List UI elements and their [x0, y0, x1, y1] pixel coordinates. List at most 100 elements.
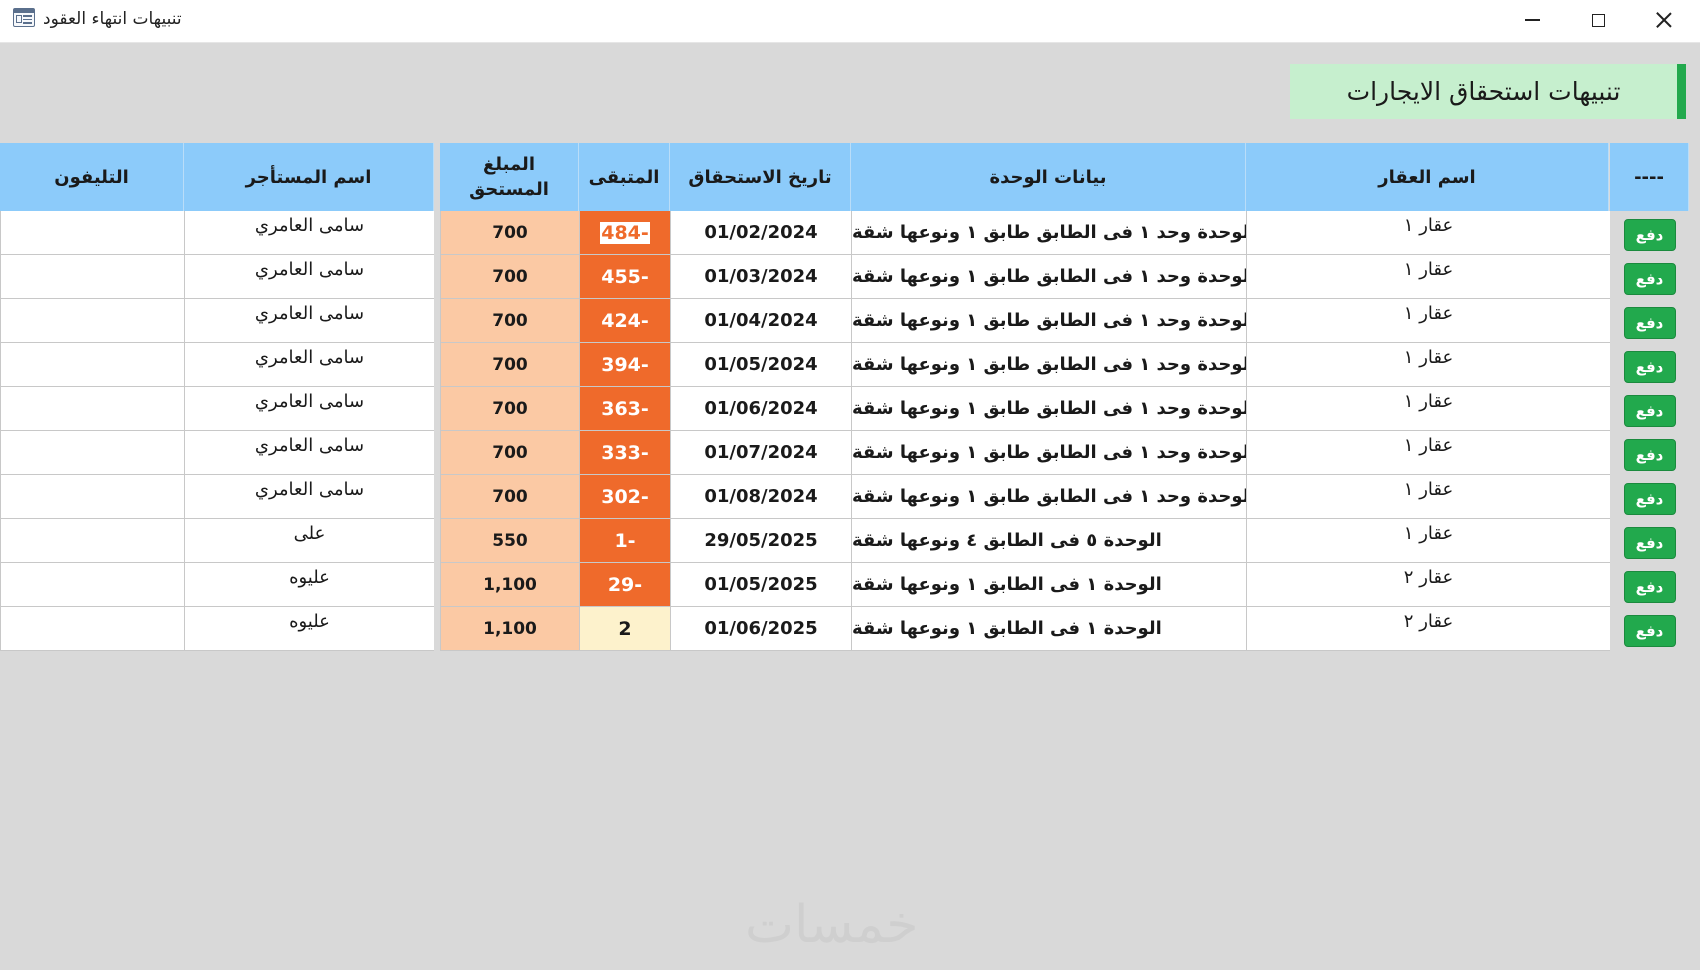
- cell-remaining[interactable]: -363: [579, 387, 670, 431]
- cell-amount[interactable]: 700: [440, 255, 579, 299]
- cell-phone[interactable]: [0, 519, 184, 563]
- cell-due-date[interactable]: 01/04/2024: [670, 299, 851, 343]
- cell-phone[interactable]: [0, 607, 184, 651]
- cell-remaining[interactable]: -484: [579, 211, 670, 255]
- cell-unit[interactable]: الوحدة ١ فى الطابق ١ ونوعها شقة: [851, 607, 1246, 651]
- cell-text-amount: 700: [492, 310, 528, 331]
- cell-remaining[interactable]: -1: [579, 519, 670, 563]
- cell-remaining[interactable]: -333: [579, 431, 670, 475]
- cell-tenant[interactable]: على: [184, 519, 434, 563]
- cell-tenant[interactable]: سامى العامري: [184, 299, 434, 343]
- cell-property[interactable]: عقار ١: [1246, 299, 1610, 343]
- cell-amount[interactable]: 700: [440, 431, 579, 475]
- pay-button[interactable]: دفع: [1623, 439, 1676, 471]
- cell-text-amount: 700: [492, 222, 528, 243]
- table-row: دفع عقار ١ الوحدة وحد ١ فى الطابق طابق ١ و…: [0, 431, 1700, 475]
- cell-tenant[interactable]: عليوه: [184, 607, 434, 651]
- table-row: دفع عقار ١ الوحدة وحد ١ فى الطابق طابق ١ و…: [0, 387, 1700, 431]
- cell-amount[interactable]: 700: [440, 387, 579, 431]
- cell-due-date[interactable]: 01/08/2024: [670, 475, 851, 519]
- cell-unit[interactable]: الوحدة وحد ١ فى الطابق طابق ١ ونوعها شقة: [851, 211, 1246, 255]
- cell-unit[interactable]: الوحدة وحد ١ فى الطابق طابق ١ ونوعها شقة: [851, 299, 1246, 343]
- cell-amount[interactable]: 1,100: [440, 607, 579, 651]
- minimize-button[interactable]: [1500, 0, 1564, 40]
- cell-property[interactable]: عقار ١: [1246, 255, 1610, 299]
- cell-phone[interactable]: [0, 387, 184, 431]
- cell-tenant[interactable]: سامى العامري: [184, 387, 434, 431]
- cell-amount[interactable]: 1,100: [440, 563, 579, 607]
- cell-remaining[interactable]: -29: [579, 563, 670, 607]
- cell-due-date[interactable]: 01/06/2025: [670, 607, 851, 651]
- header-phone: التليفون: [0, 143, 184, 211]
- cell-property[interactable]: عقار ١: [1246, 431, 1610, 475]
- cell-text-property: عقار ١: [1403, 479, 1454, 500]
- cell-unit[interactable]: الوحدة وحد ١ فى الطابق طابق ١ ونوعها شقة: [851, 475, 1246, 519]
- cell-tenant[interactable]: سامى العامري: [184, 431, 434, 475]
- cell-unit[interactable]: الوحدة وحد ١ فى الطابق طابق ١ ونوعها شقة: [851, 255, 1246, 299]
- pay-button[interactable]: دفع: [1623, 351, 1676, 383]
- cell-property[interactable]: عقار ١: [1246, 475, 1610, 519]
- cell-unit[interactable]: الوحدة وحد ١ فى الطابق طابق ١ ونوعها شقة: [851, 431, 1246, 475]
- cell-amount[interactable]: 700: [440, 299, 579, 343]
- cell-remaining[interactable]: -302: [579, 475, 670, 519]
- pay-button[interactable]: دفع: [1623, 395, 1676, 427]
- cell-text-property: عقار ٢: [1403, 611, 1454, 632]
- cell-text-unit: الوحدة وحد ١ فى الطابق طابق ١ ونوعها شقة: [852, 222, 1246, 243]
- cell-text-amount: 1,100: [483, 618, 537, 639]
- cell-due-date[interactable]: 01/06/2024: [670, 387, 851, 431]
- pay-button[interactable]: دفع: [1623, 615, 1676, 647]
- cell-property[interactable]: عقار ٢: [1246, 607, 1610, 651]
- pay-button[interactable]: دفع: [1623, 527, 1676, 559]
- cell-tenant[interactable]: عليوه: [184, 563, 434, 607]
- cell-due-date[interactable]: 01/05/2025: [670, 563, 851, 607]
- cell-unit[interactable]: الوحدة وحد ١ فى الطابق طابق ١ ونوعها شقة: [851, 387, 1246, 431]
- cell-property[interactable]: عقار ١: [1246, 519, 1610, 563]
- pay-cell: دفع: [1610, 387, 1689, 431]
- cell-amount[interactable]: 550: [440, 519, 579, 563]
- maximize-button[interactable]: [1566, 0, 1630, 40]
- pay-button[interactable]: دفع: [1623, 571, 1676, 603]
- cell-due-date[interactable]: 29/05/2025: [670, 519, 851, 563]
- cell-due-date[interactable]: 01/02/2024: [670, 211, 851, 255]
- cell-remaining[interactable]: -455: [579, 255, 670, 299]
- cell-phone[interactable]: [0, 211, 184, 255]
- header-property: اسم العقار: [1246, 143, 1609, 211]
- header-amount-line1: المبلغ: [483, 154, 535, 175]
- cell-text-remaining: 2: [618, 617, 632, 640]
- cell-property[interactable]: عقار ١: [1246, 211, 1610, 255]
- pay-button[interactable]: دفع: [1623, 483, 1676, 515]
- cell-property[interactable]: عقار ١: [1246, 387, 1610, 431]
- cell-unit[interactable]: الوحدة ٥ فى الطابق ٤ ونوعها شقة: [851, 519, 1246, 563]
- close-button[interactable]: [1632, 0, 1696, 40]
- cell-remaining[interactable]: -394: [579, 343, 670, 387]
- cell-phone[interactable]: [0, 343, 184, 387]
- cell-tenant[interactable]: سامى العامري: [184, 475, 434, 519]
- cell-due-date[interactable]: 01/03/2024: [670, 255, 851, 299]
- cell-phone[interactable]: [0, 255, 184, 299]
- cell-text-tenant: سامى العامري: [254, 215, 365, 236]
- cell-due-date[interactable]: 01/05/2024: [670, 343, 851, 387]
- form-header-label: تنبيهات استحقاق الايجارات: [1290, 64, 1686, 119]
- cell-property[interactable]: عقار ١: [1246, 343, 1610, 387]
- cell-phone[interactable]: [0, 563, 184, 607]
- pay-button[interactable]: دفع: [1623, 307, 1676, 339]
- cell-amount[interactable]: 700: [440, 475, 579, 519]
- cell-unit[interactable]: الوحدة وحد ١ فى الطابق طابق ١ ونوعها شقة: [851, 343, 1246, 387]
- cell-remaining[interactable]: -424: [579, 299, 670, 343]
- cell-unit[interactable]: الوحدة ١ فى الطابق ١ ونوعها شقة: [851, 563, 1246, 607]
- cell-tenant[interactable]: سامى العامري: [184, 255, 434, 299]
- cell-amount[interactable]: 700: [440, 343, 579, 387]
- cell-property[interactable]: عقار ٢: [1246, 563, 1610, 607]
- pay-button[interactable]: دفع: [1623, 219, 1676, 251]
- cell-phone[interactable]: [0, 475, 184, 519]
- cell-phone[interactable]: [0, 299, 184, 343]
- cell-text-due-date: 01/06/2025: [704, 618, 818, 639]
- cell-phone[interactable]: [0, 431, 184, 475]
- cell-tenant[interactable]: سامى العامري: [184, 343, 434, 387]
- cell-remaining[interactable]: 2: [579, 607, 670, 651]
- cell-tenant[interactable]: سامى العامري: [184, 211, 434, 255]
- cell-due-date[interactable]: 01/07/2024: [670, 431, 851, 475]
- pay-button[interactable]: دفع: [1623, 263, 1676, 295]
- pay-cell: دفع: [1610, 255, 1689, 299]
- cell-amount[interactable]: 700: [440, 211, 579, 255]
